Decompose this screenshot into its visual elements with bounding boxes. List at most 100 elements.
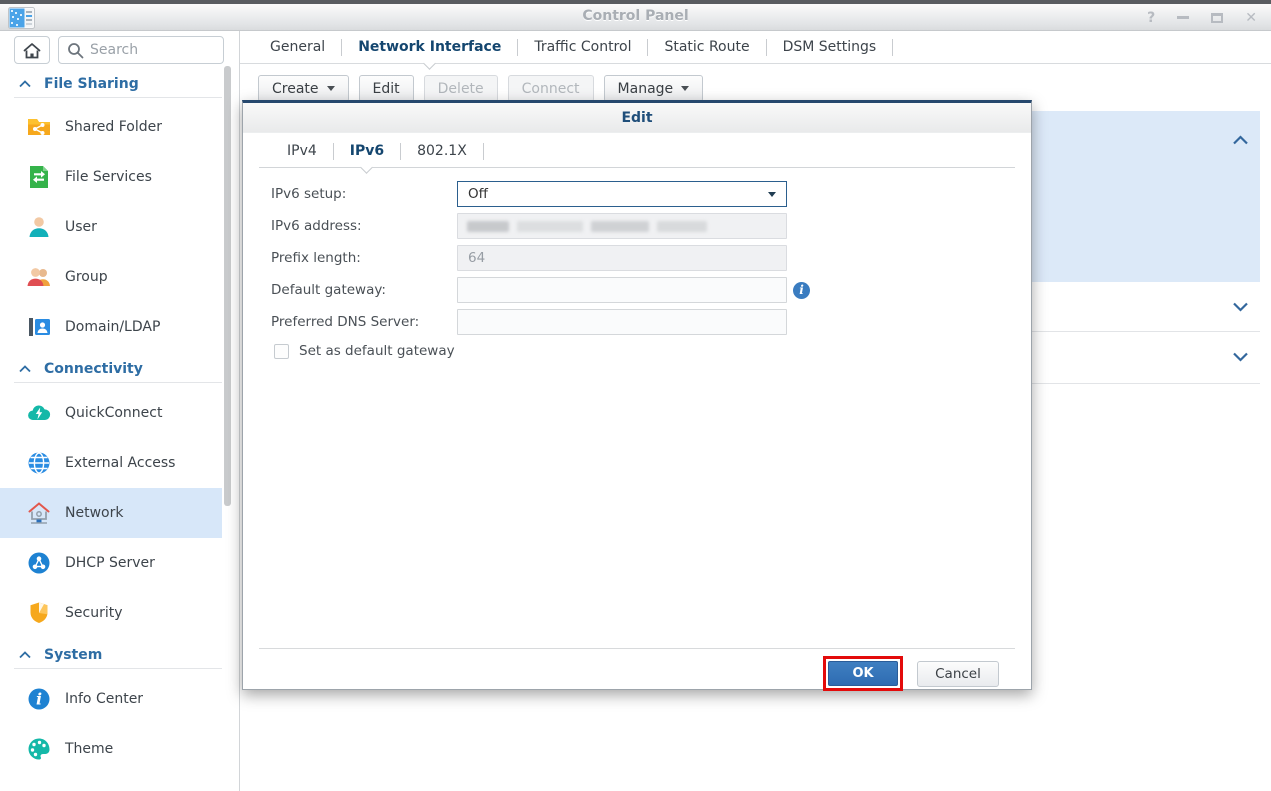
connect-button[interactable]: Connect xyxy=(508,75,594,102)
sidebar-item-quickconnect[interactable]: QuickConnect xyxy=(0,388,222,438)
toolbar: Create Edit Delete Connect Manage xyxy=(258,75,703,102)
titlebar: Control Panel ? ✕ xyxy=(0,4,1271,31)
sidebar-item-shared-folder[interactable]: Shared Folder xyxy=(0,102,222,152)
set-default-gateway-checkbox[interactable] xyxy=(274,344,289,359)
manage-button[interactable]: Manage xyxy=(604,75,704,102)
chevron-down-icon xyxy=(681,86,689,91)
dialog-tabstrip: IPv4 IPv6 802.1X xyxy=(259,135,1015,168)
ok-button[interactable]: OK xyxy=(828,661,898,686)
dialog-title-text: Edit xyxy=(621,110,652,126)
section-label: System xyxy=(44,647,102,663)
sidebar-item-group[interactable]: Group xyxy=(0,252,222,302)
close-icon[interactable]: ✕ xyxy=(1245,11,1257,25)
prefix-length-label: Prefix length: xyxy=(271,245,456,271)
delete-button[interactable]: Delete xyxy=(424,75,498,102)
quickconnect-icon xyxy=(26,400,52,426)
sidebar-item-external-access[interactable]: External Access xyxy=(0,438,222,488)
set-default-gateway-row: Set as default gateway xyxy=(274,343,455,359)
ipv6-address-label: IPv6 address: xyxy=(271,213,456,239)
search-icon xyxy=(67,42,84,59)
divider xyxy=(14,668,222,669)
sidebar-item-label: Group xyxy=(65,269,108,285)
section-file-sharing[interactable]: File Sharing xyxy=(0,74,222,94)
tab-label: General xyxy=(270,39,325,55)
preferred-dns-label: Preferred DNS Server: xyxy=(271,309,456,335)
tab-ipv6[interactable]: IPv6 xyxy=(334,135,400,167)
external-access-icon xyxy=(26,450,52,476)
tab-label: IPv6 xyxy=(350,143,384,159)
sidebar-item-info-center[interactable]: i Info Center xyxy=(0,674,222,724)
ipv6-setup-select[interactable]: Off xyxy=(457,181,787,207)
tab-dsm-settings[interactable]: DSM Settings xyxy=(767,31,893,63)
section-connectivity[interactable]: Connectivity xyxy=(0,359,222,379)
file-services-icon xyxy=(26,164,52,190)
sidebar-scrollbar[interactable] xyxy=(224,66,231,506)
set-default-gateway-label: Set as default gateway xyxy=(299,343,455,359)
chevron-up-icon xyxy=(19,365,31,373)
ipv6-setup-value: Off xyxy=(468,186,488,202)
dialog-footer: OK Cancel xyxy=(259,648,1015,691)
sidebar-item-label: DHCP Server xyxy=(65,555,155,571)
help-icon[interactable]: ? xyxy=(1147,11,1155,25)
sidebar-item-label: External Access xyxy=(65,455,175,471)
sidebar-item-network[interactable]: Network xyxy=(0,488,222,538)
section-system[interactable]: System xyxy=(0,645,222,665)
search-input[interactable] xyxy=(90,42,200,58)
sidebar-item-theme[interactable]: Theme xyxy=(0,724,222,774)
sidebar-item-partial[interactable] xyxy=(0,777,222,791)
expand-chevron-down-icon[interactable] xyxy=(1232,301,1249,313)
create-button[interactable]: Create xyxy=(258,75,349,102)
tab-label: 802.1X xyxy=(417,143,467,159)
tab-general[interactable]: General xyxy=(254,31,341,63)
theme-icon xyxy=(26,736,52,762)
sidebar: File Sharing Shared Folder File Services… xyxy=(0,31,240,791)
info-center-icon: i xyxy=(26,686,52,712)
sidebar-item-label: QuickConnect xyxy=(65,405,162,421)
minimize-icon[interactable] xyxy=(1177,16,1189,19)
dialog-title: Edit xyxy=(243,103,1031,133)
section-label: File Sharing xyxy=(44,76,139,92)
tab-label: Static Route xyxy=(664,39,749,55)
sidebar-item-label: Info Center xyxy=(65,691,143,707)
section-label: Connectivity xyxy=(44,361,143,377)
tab-network-interface[interactable]: Network Interface xyxy=(342,31,517,63)
default-gateway-field[interactable] xyxy=(457,277,787,303)
info-icon[interactable]: i xyxy=(793,282,810,299)
collapse-chevron-up-icon[interactable] xyxy=(1232,134,1249,146)
tab-traffic-control[interactable]: Traffic Control xyxy=(518,31,647,63)
ipv6-setup-label: IPv6 setup: xyxy=(271,181,456,207)
tab-ipv4[interactable]: IPv4 xyxy=(271,135,333,167)
annotation-highlight-box: OK xyxy=(823,656,903,691)
sidebar-item-user[interactable]: User xyxy=(0,202,222,252)
sidebar-item-domain-ldap[interactable]: Domain/LDAP xyxy=(0,302,222,352)
home-button[interactable] xyxy=(14,36,50,64)
sidebar-item-label: File Services xyxy=(65,169,152,185)
sidebar-item-label: Network xyxy=(65,505,123,521)
search-box xyxy=(58,36,224,64)
cancel-button[interactable]: Cancel xyxy=(917,661,999,687)
chevron-up-icon xyxy=(19,651,31,659)
sidebar-item-label: Shared Folder xyxy=(65,119,162,135)
tab-label: Network Interface xyxy=(358,39,501,55)
tab-8021x[interactable]: 802.1X xyxy=(401,135,483,167)
sidebar-item-file-services[interactable]: File Services xyxy=(0,152,222,202)
sidebar-item-label: Security xyxy=(65,605,123,621)
sidebar-item-dhcp-server[interactable]: DHCP Server xyxy=(0,538,222,588)
preferred-dns-field[interactable] xyxy=(457,309,787,335)
chevron-down-icon xyxy=(768,192,776,197)
edit-button[interactable]: Edit xyxy=(359,75,414,102)
expand-chevron-down-icon[interactable] xyxy=(1232,351,1249,363)
domain-ldap-icon xyxy=(26,314,52,340)
active-tab-notch xyxy=(360,161,373,174)
tab-static-route[interactable]: Static Route xyxy=(648,31,765,63)
sidebar-item-label: Theme xyxy=(65,741,113,757)
sidebar-item-label: User xyxy=(65,219,97,235)
security-icon xyxy=(26,600,52,626)
active-tab-notch xyxy=(423,57,436,70)
maximize-icon[interactable] xyxy=(1211,13,1223,23)
sidebar-item-security[interactable]: Security xyxy=(0,588,222,638)
divider xyxy=(14,97,222,98)
tab-label: DSM Settings xyxy=(783,39,877,55)
shared-folder-icon xyxy=(26,114,52,140)
edit-dialog: Edit IPv4 IPv6 802.1X IPv6 setup: Off IP… xyxy=(242,100,1032,690)
